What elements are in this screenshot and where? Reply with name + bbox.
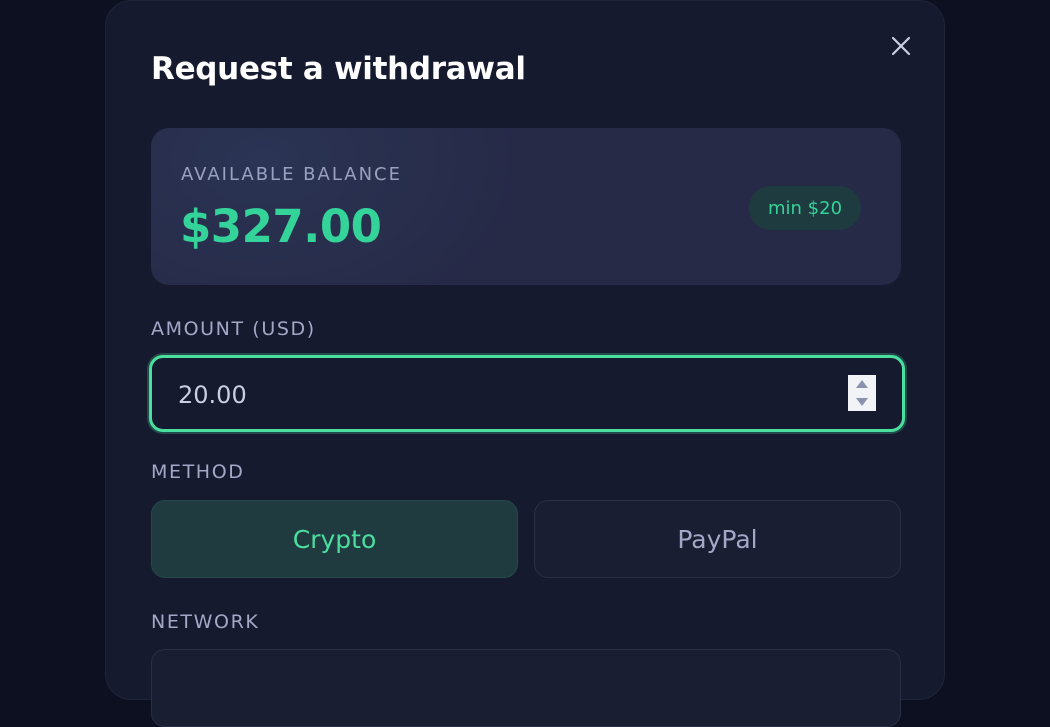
balance-value: $327.00 <box>180 200 382 253</box>
amount-stepper <box>848 375 876 411</box>
stepper-up-button[interactable] <box>848 375 876 393</box>
network-label: NETWORK <box>151 611 260 633</box>
method-crypto-button[interactable]: Crypto <box>151 500 518 578</box>
close-icon <box>891 36 911 56</box>
method-paypal-button[interactable]: PayPal <box>534 500 901 578</box>
stepper-down-button[interactable] <box>848 393 876 411</box>
method-label: METHOD <box>151 461 245 483</box>
chevron-down-icon <box>856 398 868 406</box>
close-button[interactable] <box>886 31 916 61</box>
withdrawal-modal: Request a withdrawal AVAILABLE BALANCE $… <box>105 0 945 727</box>
amount-input[interactable] <box>176 358 820 431</box>
modal-title: Request a withdrawal <box>151 51 526 87</box>
chevron-up-icon <box>856 380 868 388</box>
amount-label: AMOUNT (USD) <box>151 318 316 340</box>
balance-card: AVAILABLE BALANCE $327.00 min $20 <box>151 128 901 285</box>
min-amount-badge: min $20 <box>749 186 862 230</box>
amount-field-wrapper <box>149 355 905 432</box>
network-select[interactable] <box>151 649 901 727</box>
balance-label: AVAILABLE BALANCE <box>181 164 402 185</box>
